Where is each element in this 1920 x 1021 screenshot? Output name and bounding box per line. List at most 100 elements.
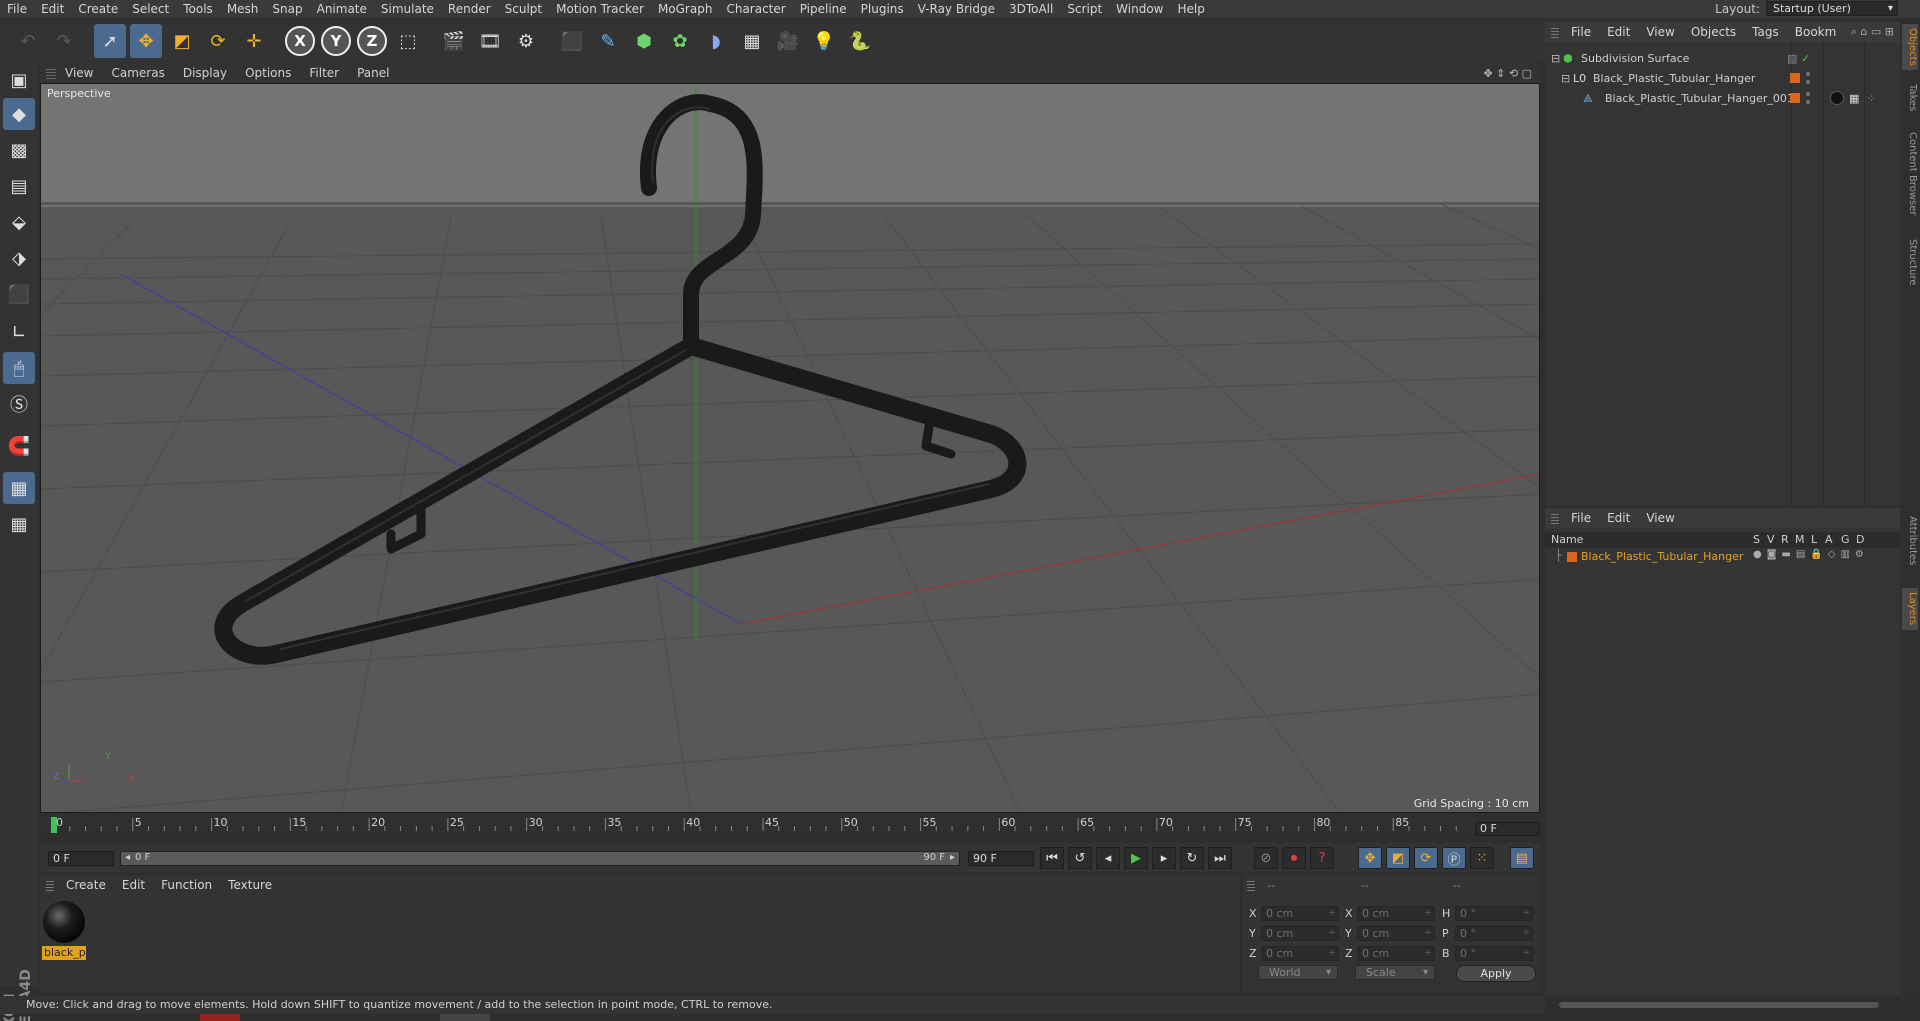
key-rotation-icon[interactable]: ⟳ [1414, 847, 1438, 869]
objects-search-icon[interactable]: ⌕ ⌂ ▭ ⊞ [1851, 25, 1894, 39]
objects-menu-tags[interactable]: Tags [1744, 25, 1787, 39]
record-keys-icon[interactable]: ⊘ [1254, 847, 1278, 869]
menu-file[interactable]: File [0, 0, 34, 18]
timeline-ruler[interactable]: 051015202530354045505560657075808590 [40, 815, 1540, 837]
objects-menu-view[interactable]: View [1638, 25, 1682, 39]
tab-takes[interactable]: Takes [1902, 80, 1918, 116]
menu-create[interactable]: Create [71, 0, 125, 18]
collapse-icon[interactable]: ⊟ [1561, 72, 1570, 85]
menu-vray-bridge[interactable]: V-Ray Bridge [911, 0, 1002, 18]
menu-help[interactable]: Help [1170, 0, 1211, 18]
objects-menu-edit[interactable]: Edit [1599, 25, 1638, 39]
render-settings-icon[interactable]: ⚙ [510, 24, 542, 58]
preview-range-slider[interactable]: ◂ 0 F 90 F ▸ [120, 851, 960, 866]
objects-menu-file[interactable]: File [1563, 25, 1599, 39]
axis-mode-icon[interactable]: ∟ [3, 316, 35, 348]
menu-select[interactable]: Select [125, 0, 176, 18]
layer-toggle-icons[interactable]: ●◙▬▤🔒◇▥⚙ [1753, 549, 1869, 560]
polygons-mode-icon[interactable]: ⬛ [3, 278, 35, 310]
layer-row[interactable]: ├ Black_Plastic_Tubular_Hanger ●◙▬▤🔒◇▥⚙ [1545, 549, 1900, 565]
col-generators[interactable]: G [1841, 533, 1850, 546]
subdivision-generator-icon[interactable]: ⬢ [628, 24, 660, 58]
render-view-icon[interactable]: 🎬 [438, 24, 470, 58]
pen-spline-icon[interactable]: ✎ [592, 24, 624, 58]
col-animation[interactable]: A [1825, 533, 1833, 546]
keyframe-selection-icon[interactable]: ? [1310, 847, 1334, 869]
key-position-icon[interactable]: ✥ [1358, 847, 1382, 869]
next-key-icon[interactable]: ↻ [1180, 847, 1204, 869]
col-name[interactable]: Name [1551, 533, 1583, 546]
key-pla-icon[interactable]: ⁙ [1470, 847, 1494, 869]
layers-menu-view[interactable]: View [1638, 511, 1682, 525]
scale-tool-icon[interactable]: ◩ [166, 24, 198, 58]
prev-frame-icon[interactable]: ◂ [1096, 847, 1120, 869]
cube-primitive-icon[interactable]: ⬛ [556, 24, 588, 58]
play-icon[interactable]: ▶ [1124, 847, 1148, 869]
material-preview-thumbnail[interactable] [43, 901, 85, 943]
next-frame-icon[interactable]: ▸ [1152, 847, 1176, 869]
col-locked[interactable]: L [1811, 533, 1817, 546]
make-editable-icon[interactable]: ▣ [3, 64, 35, 96]
viewport-menu-view[interactable]: View [56, 66, 102, 80]
live-selection-icon[interactable]: ✛ [238, 24, 270, 58]
viewport-menu-display[interactable]: Display [174, 66, 236, 80]
size-z-field[interactable]: 0 cm [1357, 946, 1435, 961]
menu-sculpt[interactable]: Sculpt [498, 0, 549, 18]
material-menu-texture[interactable]: Texture [220, 878, 280, 892]
model-mode-icon[interactable]: ◆ [3, 98, 35, 130]
objects-menu-bookmarks[interactable]: Bookm [1787, 25, 1845, 39]
menu-plugins[interactable]: Plugins [854, 0, 911, 18]
layers-menu-file[interactable]: File [1563, 511, 1599, 525]
menu-mograph[interactable]: MoGraph [651, 0, 720, 18]
viewport-nav-icons[interactable]: ✥ ⇕ ⟲ ▢ [1483, 67, 1532, 80]
coordinate-space-dropdown[interactable]: World [1258, 965, 1338, 980]
goto-end-icon[interactable]: ⏭ [1208, 847, 1232, 869]
deformer-icon[interactable]: ◗ [700, 24, 732, 58]
points-mode-icon[interactable]: ⬙ [3, 206, 35, 238]
render-picture-viewer-icon[interactable]: 🎞 [474, 24, 506, 58]
rotation-h-field[interactable]: 0 ° [1455, 906, 1533, 921]
right-panel-scrollbar[interactable] [1545, 998, 1900, 1012]
move-tool-icon[interactable]: ✥ [130, 24, 162, 58]
coordinate-system-icon[interactable]: ⬚ [392, 24, 424, 58]
material-menu-edit[interactable]: Edit [114, 878, 153, 892]
position-z-field[interactable]: 0 cm [1261, 946, 1339, 961]
perspective-viewport[interactable]: Perspective Y X Z Grid Spacing : 10 cm [40, 83, 1540, 813]
apply-button[interactable]: Apply [1456, 965, 1536, 982]
material-name-label[interactable]: black_pl [42, 946, 86, 960]
tab-content-browser[interactable]: Content Browser [1902, 124, 1918, 224]
menu-snap[interactable]: Snap [265, 0, 309, 18]
col-manager[interactable]: M [1795, 533, 1805, 546]
menu-window[interactable]: Window [1109, 0, 1170, 18]
object-row-hanger-001[interactable]: ⟁ Black_Plastic_Tubular_Hanger_001 ▦ ⁘ [1545, 89, 1900, 108]
layer-color-swatch[interactable] [1567, 552, 1577, 562]
floor-environment-icon[interactable]: ▦ [736, 24, 768, 58]
viewport-menu-options[interactable]: Options [236, 66, 300, 80]
viewport-menu-filter[interactable]: Filter [300, 66, 348, 80]
layout-dropdown[interactable]: Startup (User) [1766, 1, 1898, 16]
menu-simulate[interactable]: Simulate [374, 0, 441, 18]
phong-tag-icon[interactable]: ⁘ [1867, 92, 1876, 105]
rotation-p-field[interactable]: 0 ° [1455, 926, 1533, 941]
menu-mesh[interactable]: Mesh [220, 0, 266, 18]
visibility-dots-icon[interactable] [1806, 92, 1810, 104]
objects-menu-objects[interactable]: Objects [1683, 25, 1744, 39]
redo-icon[interactable]: ↷ [48, 24, 80, 58]
edges-mode-icon[interactable]: ⬗ [3, 242, 35, 274]
z-axis-lock[interactable]: Z [356, 24, 388, 58]
select-tool-icon[interactable]: ➚ [94, 24, 126, 58]
goto-start-icon[interactable]: ⏮ [1040, 847, 1064, 869]
menu-3dtoall[interactable]: 3DToAll [1002, 0, 1060, 18]
tweak-mode-icon[interactable]: 🖱 [3, 352, 35, 384]
menu-motion-tracker[interactable]: Motion Tracker [549, 0, 651, 18]
collapse-icon[interactable]: ⊟ [1551, 52, 1560, 65]
layer-color-swatch[interactable] [1790, 73, 1800, 83]
python-icon[interactable]: 🐍 [844, 24, 876, 58]
visibility-dots-icon[interactable] [1806, 72, 1810, 84]
workplane-mode-icon[interactable]: ▤ [3, 170, 35, 202]
y-axis-lock[interactable]: Y [320, 24, 352, 58]
viewport-menu-panel[interactable]: Panel [348, 66, 398, 80]
key-scale-icon[interactable]: ◩ [1386, 847, 1410, 869]
autokey-icon[interactable]: ⏺ [1282, 847, 1306, 869]
locked-workplane-icon[interactable]: ▦ [3, 508, 35, 540]
